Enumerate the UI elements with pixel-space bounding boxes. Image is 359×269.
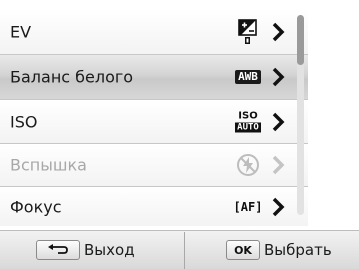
- chevron-right-icon: [268, 66, 288, 88]
- iso-icon-top: ISO: [238, 110, 258, 121]
- settings-menu: EV Баланс белого AWB ISO ISO AUTO Вспышк…: [0, 0, 308, 226]
- chevron-right-icon: [268, 21, 288, 43]
- select-softkey[interactable]: OK Выбрать: [226, 239, 332, 261]
- menu-item-iso[interactable]: ISO ISO AUTO: [0, 100, 308, 144]
- menu-item-label: Баланс белого: [10, 67, 134, 87]
- af-icon-text: [AF]: [233, 199, 263, 214]
- menu-item-label: Фокус: [10, 197, 62, 216]
- menu-item-ev[interactable]: EV: [0, 9, 308, 55]
- iso-icon-bottom: AUTO: [235, 122, 261, 132]
- scrollbar-thumb[interactable]: [297, 15, 304, 65]
- exit-label: Выход: [84, 241, 135, 259]
- menu-item-label: ISO: [10, 112, 38, 131]
- menu-item-label: EV: [10, 22, 32, 41]
- menu-item-focus[interactable]: Фокус [AF]: [0, 187, 308, 226]
- ok-key: OK: [226, 240, 260, 260]
- menu-item-flash: Вспышка: [0, 144, 308, 187]
- softkey-divider: [184, 232, 185, 269]
- exit-softkey[interactable]: Выход: [36, 239, 135, 261]
- chevron-right-icon: [268, 111, 288, 133]
- select-label: Выбрать: [264, 241, 332, 259]
- autofocus-icon: [AF]: [228, 200, 268, 214]
- back-arrow-icon: [36, 240, 80, 260]
- white-balance-auto-icon: AWB: [228, 70, 268, 84]
- menu-item-white-balance[interactable]: Баланс белого AWB: [0, 55, 308, 100]
- chevron-right-icon: [268, 196, 288, 218]
- iso-auto-icon: ISO AUTO: [228, 111, 268, 132]
- awb-badge: AWB: [235, 70, 261, 84]
- chevron-right-icon: [268, 154, 288, 176]
- flash-off-icon: [228, 153, 268, 177]
- menu-item-label: Вспышка: [10, 155, 87, 175]
- ev-compensation-icon: [228, 18, 268, 45]
